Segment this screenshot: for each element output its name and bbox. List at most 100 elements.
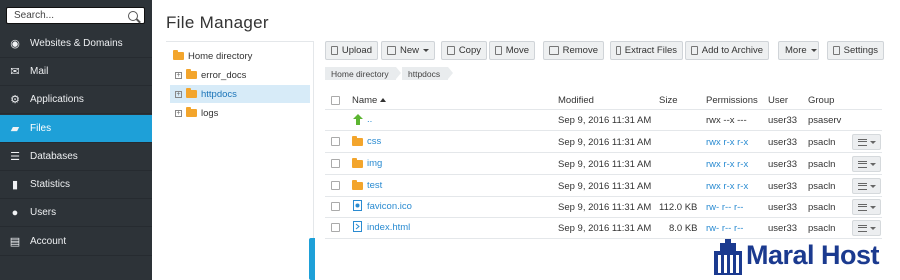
move-button[interactable]: Move xyxy=(489,41,535,60)
sidebar-item-applications[interactable]: ⚙ Applications xyxy=(0,86,152,114)
column-header-permissions[interactable]: Permissions xyxy=(706,95,758,106)
column-header-group[interactable]: Group xyxy=(808,95,834,106)
user-icon: ● xyxy=(11,206,19,219)
tree-item-error-docs[interactable]: + error_docs xyxy=(166,66,312,84)
file-group: psacln xyxy=(808,181,836,192)
file-permissions[interactable]: rwx r-x r-x xyxy=(706,181,748,192)
table-divider xyxy=(325,174,882,175)
column-header-modified[interactable]: Modified xyxy=(558,95,594,106)
row-actions-button[interactable] xyxy=(852,220,881,236)
select-all-checkbox[interactable] xyxy=(331,96,340,105)
table-divider xyxy=(325,152,882,153)
upload-button[interactable]: Upload xyxy=(325,41,378,60)
row-checkbox[interactable] xyxy=(331,181,340,190)
row-checkbox[interactable] xyxy=(331,223,340,232)
row-checkbox[interactable] xyxy=(331,137,340,146)
row-actions-button[interactable] xyxy=(852,178,881,194)
breadcrumb-httpdocs[interactable]: httpdocs xyxy=(402,67,453,80)
tree-item-label: Home directory xyxy=(188,50,253,62)
tree-item-logs[interactable]: + logs xyxy=(166,104,312,122)
sidebar-item-statistics[interactable]: ▮ Statistics xyxy=(0,171,152,199)
sidebar-item-websites-domains[interactable]: ◉ Websites & Domains xyxy=(0,30,152,58)
column-header-name[interactable]: Name xyxy=(352,95,387,106)
parent-directory-icon[interactable] xyxy=(352,114,364,125)
remove-button[interactable]: Remove xyxy=(543,41,604,60)
remove-icon xyxy=(549,46,559,55)
chevron-down-icon xyxy=(869,226,876,230)
sidebar-item-mail[interactable]: ✉ Mail xyxy=(0,58,152,86)
upload-icon xyxy=(331,46,338,55)
html-file-icon xyxy=(353,221,362,232)
building-logo-icon xyxy=(714,239,742,275)
search-box[interactable]: Search... xyxy=(6,7,145,24)
copy-button[interactable]: Copy xyxy=(441,41,487,60)
file-group: psacln xyxy=(808,137,836,148)
sidebar-item-databases[interactable]: ☰ Databases xyxy=(0,143,152,171)
row-checkbox[interactable] xyxy=(331,202,340,211)
globe-icon: ◉ xyxy=(10,38,20,50)
add-to-archive-button[interactable]: Add to Archive xyxy=(685,41,769,60)
file-permissions: rwx --x --- xyxy=(706,115,747,126)
tree-collapse-handle[interactable] xyxy=(309,238,315,280)
row-actions-button[interactable] xyxy=(852,134,881,150)
folder-icon xyxy=(352,158,363,168)
maral-host-logo: Maral Host xyxy=(712,238,897,278)
row-actions-button[interactable] xyxy=(852,156,881,172)
file-permissions[interactable]: rwx r-x r-x xyxy=(706,137,748,148)
sidebar-item-users[interactable]: ● Users xyxy=(0,199,152,227)
folder-icon xyxy=(186,69,197,79)
chevron-down-icon xyxy=(810,49,817,52)
id-card-icon: ▤ xyxy=(9,236,21,248)
menu-icon xyxy=(857,224,867,232)
row-actions-button[interactable] xyxy=(852,199,881,215)
file-modified: Sep 9, 2016 11:31 AM xyxy=(558,115,652,126)
settings-button[interactable]: Settings xyxy=(827,41,884,60)
file-group: psacln xyxy=(808,223,836,234)
tree-item-home[interactable]: Home directory xyxy=(173,47,319,65)
search-input[interactable]: Search... xyxy=(14,10,54,21)
sidebar-item-account[interactable]: ▤ Account xyxy=(0,228,152,256)
file-modified: Sep 9, 2016 11:31 AM xyxy=(558,223,652,234)
extract-icon xyxy=(616,46,621,55)
file-permissions[interactable]: rwx r-x r-x xyxy=(706,159,748,170)
menu-icon xyxy=(857,138,867,146)
file-modified: Sep 9, 2016 11:31 AM xyxy=(558,202,652,213)
file-user: user33 xyxy=(768,181,798,192)
folder-icon xyxy=(173,50,184,60)
column-header-user[interactable]: User xyxy=(768,95,788,106)
envelope-icon: ✉ xyxy=(10,66,20,78)
sidebar-item-label: Users xyxy=(30,207,57,218)
new-button[interactable]: New xyxy=(381,41,435,60)
more-button[interactable]: More xyxy=(778,41,819,60)
file-name[interactable]: test xyxy=(367,180,382,191)
breadcrumb-home[interactable]: Home directory xyxy=(325,67,401,80)
directory-tree: Home directory + error_docs + httpdocs +… xyxy=(166,41,314,280)
folder-icon xyxy=(352,136,363,146)
file-permissions[interactable]: rw- r-- r-- xyxy=(706,223,743,234)
table-divider xyxy=(325,196,882,197)
search-icon[interactable] xyxy=(128,11,138,21)
folder-icon xyxy=(186,88,197,98)
column-header-size[interactable]: Size xyxy=(659,95,677,106)
file-name[interactable]: css xyxy=(367,136,381,147)
sidebar-item-files[interactable]: ▰ Files xyxy=(0,115,152,143)
file-permissions[interactable]: rw- r-- r-- xyxy=(706,202,743,213)
copy-icon xyxy=(447,46,455,55)
expand-icon[interactable]: + xyxy=(175,90,182,98)
file-name[interactable]: index.html xyxy=(367,222,410,233)
file-name[interactable]: .. xyxy=(367,114,372,125)
file-name[interactable]: favicon.ico xyxy=(367,201,412,212)
file-user: user33 xyxy=(768,137,798,148)
expand-icon[interactable]: + xyxy=(175,71,182,79)
extract-files-button[interactable]: Extract Files xyxy=(610,41,683,60)
tree-item-httpdocs[interactable]: + httpdocs xyxy=(170,85,310,103)
menu-icon xyxy=(857,203,867,211)
file-name[interactable]: img xyxy=(367,158,382,169)
menu-icon xyxy=(857,182,867,190)
archive-icon xyxy=(691,46,698,55)
page-title: File Manager xyxy=(166,13,269,32)
row-checkbox[interactable] xyxy=(331,159,340,168)
expand-icon[interactable]: + xyxy=(175,109,182,117)
folder-icon xyxy=(186,107,197,117)
settings-icon xyxy=(833,46,840,55)
